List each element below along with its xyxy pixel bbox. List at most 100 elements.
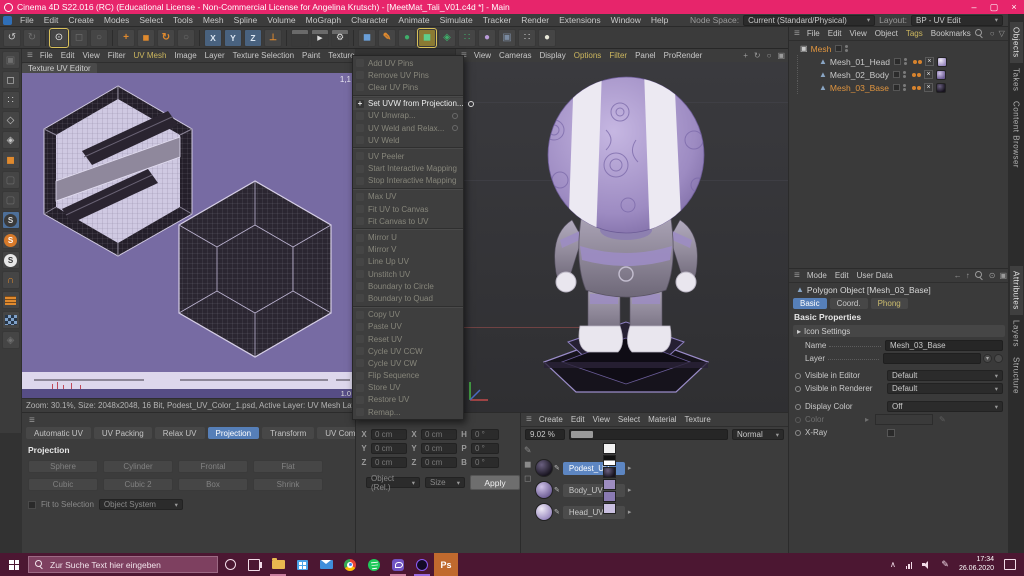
cubic2-button[interactable]: Cubic 2 <box>103 478 173 491</box>
uv-menu-uvmesh[interactable]: UV Mesh <box>130 51 171 60</box>
store-button[interactable] <box>290 553 314 576</box>
mat-menu-view[interactable]: View <box>589 415 614 424</box>
om-menu-tags[interactable]: Tags <box>902 29 927 38</box>
tab-projection[interactable]: Projection <box>208 427 260 439</box>
menu-create[interactable]: Create <box>63 15 99 25</box>
spotify-button[interactable] <box>362 553 386 576</box>
om-menu-bookmarks[interactable]: Bookmarks <box>927 29 975 38</box>
last-tool[interactable]: ○ <box>177 29 195 47</box>
menu-edit[interactable]: Edit <box>39 15 64 25</box>
menu-simulate[interactable]: Simulate <box>435 15 478 25</box>
tab-basic[interactable]: Basic <box>793 298 827 309</box>
vp-menu-prorender[interactable]: ProRender <box>660 51 707 60</box>
uvw-tag-icon[interactable]: × <box>924 83 933 92</box>
menu-tools[interactable]: Tools <box>168 15 198 25</box>
lock-icon[interactable]: ⊙ <box>987 271 998 280</box>
disabled-mode-button-2[interactable]: ▢ <box>2 191 20 209</box>
visibility-dots[interactable] <box>845 45 848 52</box>
tab-uv-packing[interactable]: UV Packing <box>94 427 152 439</box>
object-label[interactable]: Mesh_01_Head <box>830 57 890 67</box>
om-menu-object[interactable]: Object <box>871 29 902 38</box>
move-tool[interactable]: + <box>117 29 135 47</box>
taskbar-clock[interactable]: 17:34 26.06.2020 <box>959 556 994 574</box>
close-button[interactable]: × <box>1004 0 1024 14</box>
cortana-button[interactable] <box>218 553 242 576</box>
keyframe-dot-icon[interactable] <box>795 373 801 379</box>
uv-menu-layer[interactable]: Layer <box>201 51 229 60</box>
pen-workspace-icon[interactable]: ✎ <box>941 559 949 570</box>
uv-menu-paint[interactable]: Paint <box>298 51 324 60</box>
foreground-swatch-icon[interactable]: ◼ <box>524 459 532 470</box>
menu-volume[interactable]: Volume <box>262 15 300 25</box>
search-icon[interactable] <box>975 29 984 38</box>
node-space-select[interactable]: Current (Standard/Physical) ▾ <box>743 15 875 26</box>
vp-menu-options[interactable]: Options <box>570 51 606 60</box>
menu-file[interactable]: File <box>15 15 39 25</box>
history-back-icon[interactable]: ← <box>952 271 964 280</box>
uv-canvas[interactable]: 1,1 <box>22 73 355 372</box>
subdivision-surface-button[interactable]: ● <box>398 29 416 47</box>
maximize-view-icon[interactable]: ▣ <box>774 51 788 60</box>
tab-attributes[interactable]: Attributes <box>1010 266 1023 315</box>
deformer-button[interactable]: ● <box>478 29 496 47</box>
rectangle-selection-tool[interactable]: ◻ <box>70 29 88 47</box>
om-menu-edit[interactable]: Edit <box>824 29 846 38</box>
layer-thumbnail[interactable] <box>603 491 616 502</box>
size-z-input[interactable]: 0 cm <box>421 457 457 468</box>
vp-menu-panel[interactable]: Panel <box>631 51 659 60</box>
apply-button[interactable]: Apply <box>470 475 520 490</box>
paint-brush-icon[interactable]: ✎ <box>524 445 532 456</box>
vp-menu-view[interactable]: View <box>470 51 495 60</box>
speaker-icon[interactable] <box>922 561 931 569</box>
object-mode-button[interactable]: ◼ <box>2 151 20 169</box>
zoom-percent-input[interactable]: 9.02 % <box>525 429 565 440</box>
uvw-tag-icon[interactable]: × <box>925 57 934 66</box>
chevron-right-icon[interactable]: ▸ <box>628 486 632 494</box>
chevron-right-icon[interactable]: ▸ <box>628 464 632 472</box>
axis-y-lock[interactable]: Y <box>224 29 242 47</box>
tab-transform[interactable]: Transform <box>262 427 314 439</box>
mat-menu-create[interactable]: Create <box>535 415 567 424</box>
om-menu-view[interactable]: View <box>846 29 871 38</box>
vp-menu-filter[interactable]: Filter <box>605 51 631 60</box>
chevron-right-icon[interactable]: ▸ <box>628 508 632 516</box>
axis-x-lock[interactable]: X <box>204 29 222 47</box>
light-button[interactable]: ● <box>538 29 556 47</box>
tab-automatic-uv[interactable]: Automatic UV <box>26 427 91 439</box>
uv-menu-image[interactable]: Image <box>170 51 200 60</box>
menu-extensions[interactable]: Extensions <box>554 15 606 25</box>
options-dot-icon[interactable] <box>468 101 474 107</box>
menu-spline[interactable]: Spline <box>229 15 263 25</box>
keyframe-dot-icon[interactable] <box>795 430 801 436</box>
rot-b-input[interactable]: 0 ° <box>471 457 499 468</box>
object-label[interactable]: Mesh <box>811 44 832 54</box>
panel-menu-icon[interactable]: ≡ <box>791 28 803 39</box>
coord-mode-select[interactable]: Object (Rel.) ▾ <box>366 477 420 488</box>
point-mode-button[interactable]: ∷ <box>2 91 20 109</box>
menu-help[interactable]: Help <box>646 15 673 25</box>
menu-window[interactable]: Window <box>606 15 646 25</box>
material-row-body[interactable]: ✎ Body_UV ▸ <box>535 479 631 501</box>
size-y-input[interactable]: 0 cm <box>421 443 457 454</box>
start-button[interactable] <box>0 553 28 576</box>
object-row-mesh[interactable]: ▣ Mesh <box>789 42 1009 55</box>
attr-menu-mode[interactable]: Mode <box>803 271 831 280</box>
mail-button[interactable] <box>314 553 338 576</box>
tray-expand-icon[interactable]: ∧ <box>890 560 896 569</box>
maximize-button[interactable]: ▢ <box>984 0 1004 14</box>
generator-button-active[interactable]: ◼ <box>418 29 436 47</box>
size-x-input[interactable]: 0 cm <box>421 429 457 440</box>
uv-overlay-toggle[interactable] <box>2 311 20 329</box>
layer-thumbnail[interactable] <box>603 467 616 478</box>
object-label[interactable]: Mesh_02_Body <box>830 70 889 80</box>
coordinate-system-select[interactable]: Object System ▾ <box>99 499 183 510</box>
disabled-mode-button-1[interactable]: ▢ <box>2 171 20 189</box>
menu-mesh[interactable]: Mesh <box>198 15 229 25</box>
path-filter-icon[interactable]: ○ <box>988 29 997 38</box>
tab-content-browser[interactable]: Content Browser <box>1010 96 1023 173</box>
uv-menu-file[interactable]: File <box>36 51 57 60</box>
material-preview-sphere[interactable] <box>535 481 553 499</box>
panel-menu-icon[interactable]: ≡ <box>523 414 535 425</box>
selection-tag-icons[interactable] <box>912 73 921 77</box>
undo-button[interactable]: ↺ <box>3 29 21 47</box>
